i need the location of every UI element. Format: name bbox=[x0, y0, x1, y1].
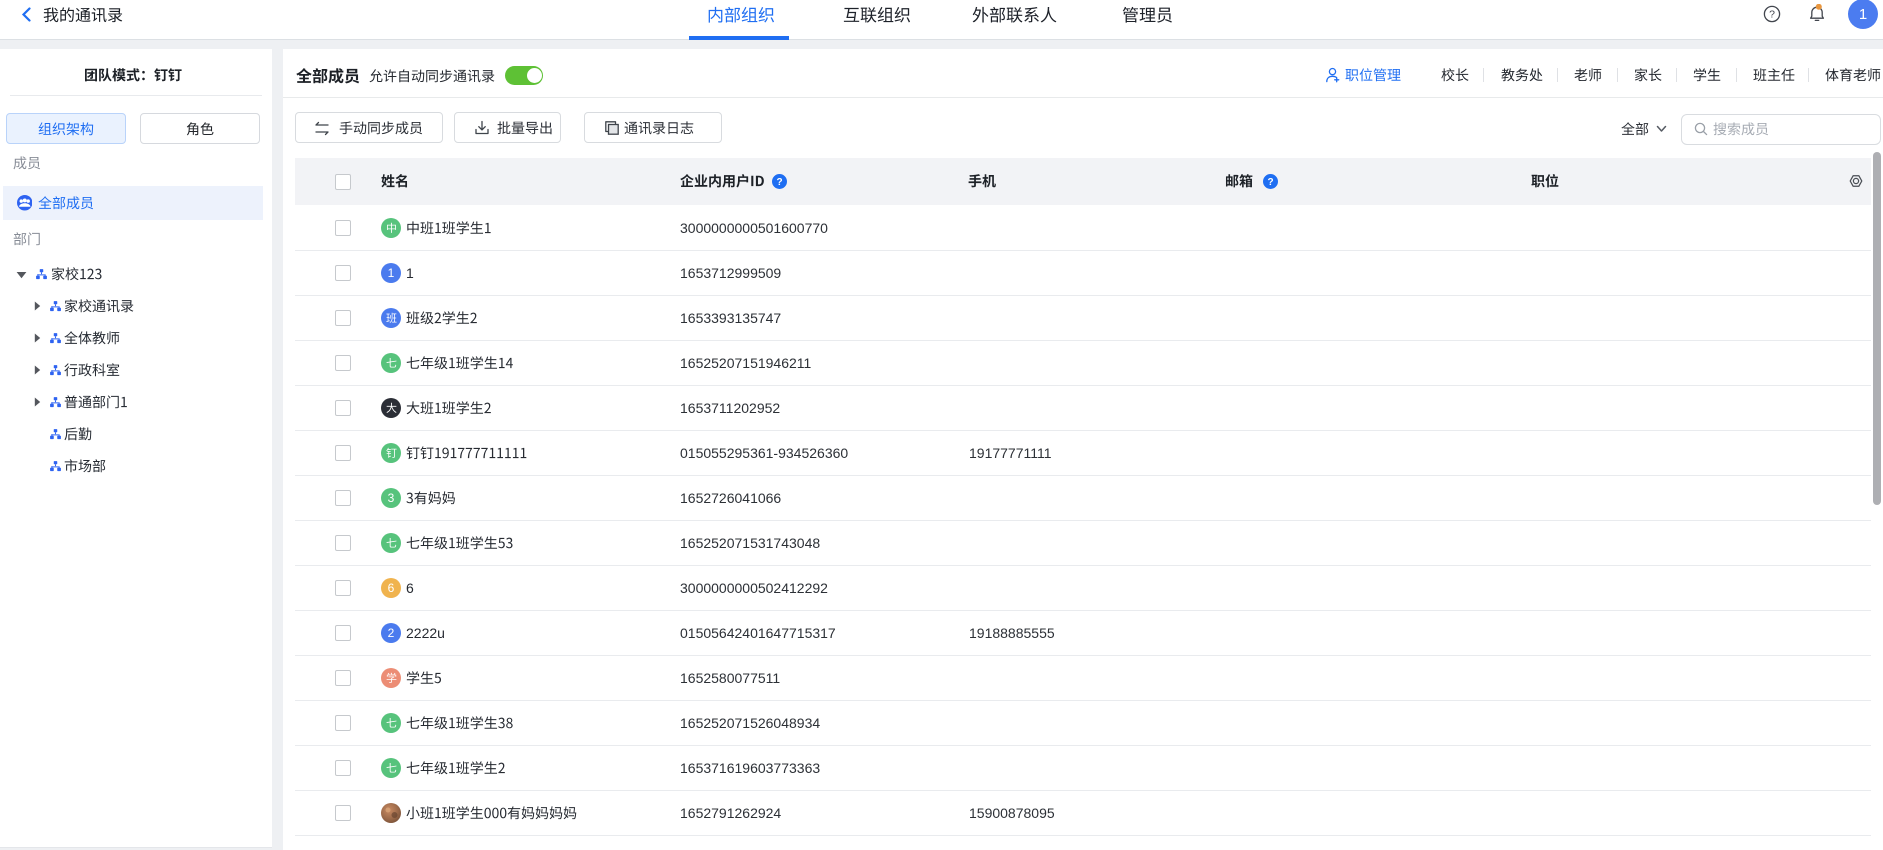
svg-text:?: ? bbox=[776, 177, 782, 188]
svg-text:?: ? bbox=[1267, 177, 1273, 188]
svg-text:?: ? bbox=[1769, 9, 1775, 21]
